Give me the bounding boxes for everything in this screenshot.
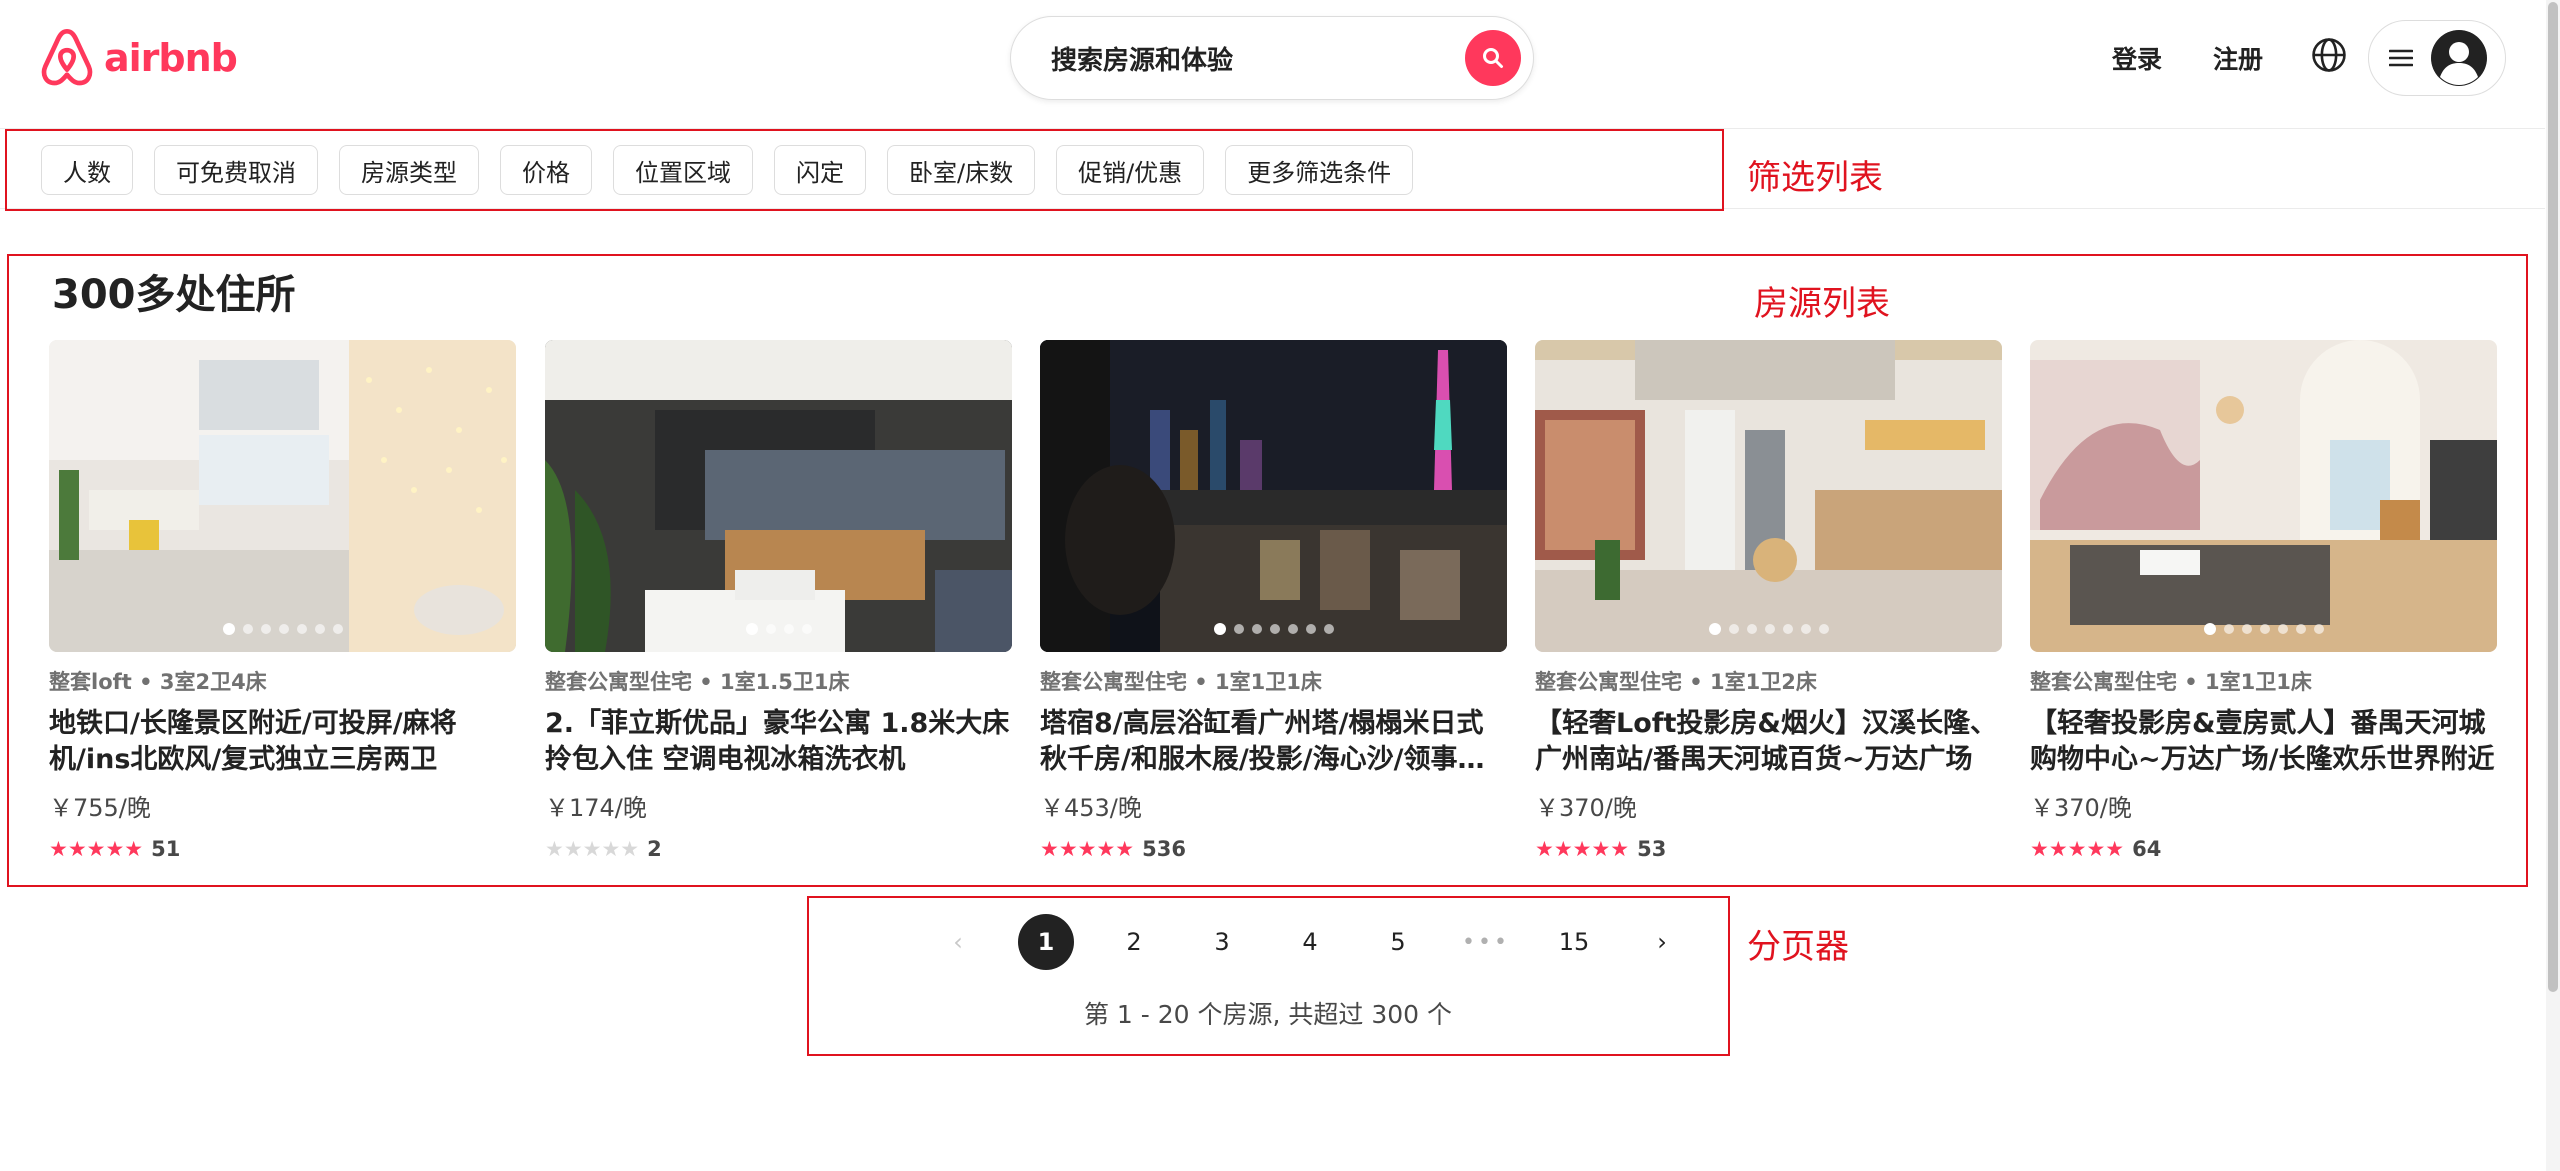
listing-price: ￥174/晚 [545,794,647,822]
listing-title[interactable]: 【轻奢Loft投影房&烟火】汉溪长隆、广州南站/番禺天河城百货~万达广场 [1535,706,2002,778]
listing-price: ￥370/晚 [1535,794,1637,822]
listing-title[interactable]: 2.「菲立斯优品」豪华公寓 1.8米大床 拎包入住 空调电视冰箱洗衣机 [545,706,1012,778]
listing-card[interactable]: 整套公寓型住宅 • 1室1卫1床 塔宿8/高层浴缸看广州塔/榻榻米日式秋千房/和… [1040,340,1507,861]
review-count: 53 [1637,837,1667,861]
search-button[interactable] [1465,30,1521,86]
review-count: 64 [2132,837,2162,861]
review-count: 51 [151,837,181,861]
listings-title: 300多处住所 [52,272,296,318]
listing-rating: ★★★★★ 64 [2030,837,2497,861]
listing-card[interactable]: 整套公寓型住宅 • 1室1卫2床 【轻奢Loft投影房&烟火】汉溪长隆、广州南站… [1535,340,2002,861]
search-bar[interactable]: 搜索房源和体验 [1010,16,1534,100]
pagination: ‹ 1 2 3 4 5 ••• 15 › [930,914,1722,970]
user-menu-button[interactable] [2368,20,2506,96]
listing-subtitle: 整套loft • 3室2卫4床 [49,670,267,694]
search-placeholder: 搜索房源和体验 [1051,45,1234,76]
brand-name: airbnb [104,36,238,80]
photo-carousel-dots[interactable] [1535,623,2002,635]
prev-page-button[interactable]: ‹ [930,914,986,970]
scrollbar-thumb[interactable] [2548,2,2558,992]
page-button-5[interactable]: 5 [1370,914,1426,970]
listing-price: ￥755/晚 [49,794,151,822]
listing-photo[interactable] [1040,340,1507,652]
star-rating-icon: ★★★★★ [1040,837,1135,861]
listing-rating: ★★★★★ 536 [1040,837,1507,861]
page-button-3[interactable]: 3 [1194,914,1250,970]
star-rating-icon: ★★★★★ [1535,837,1630,861]
star-rating-icon: ★★★★★ [2030,837,2125,861]
listing-rating: ★★★★★ 51 [49,837,516,861]
listing-photo[interactable] [545,340,1012,652]
next-page-button[interactable]: › [1634,914,1690,970]
listing-price: ￥453/晚 [1040,794,1142,822]
listing-title[interactable]: 塔宿8/高层浴缸看广州塔/榻榻米日式秋千房/和服木屐/投影/海心沙/领事馆/珠江… [1040,706,1507,778]
search-icon [1483,48,1503,68]
globe-icon[interactable] [2310,36,2348,74]
photo-carousel-dots[interactable] [2030,623,2497,635]
page-button-last[interactable]: 15 [1546,914,1602,970]
avatar-icon [2431,30,2487,86]
listing-title[interactable]: 地铁口/长隆景区附近/可投屏/麻将机/ins北欧风/复式独立三房两卫 [49,706,516,778]
listing-subtitle: 整套公寓型住宅 • 1室1卫1床 [1040,670,1322,694]
page-button-4[interactable]: 4 [1282,914,1338,970]
listing-subtitle: 整套公寓型住宅 • 1室1卫1床 [2030,670,2312,694]
review-count: 536 [1142,837,1186,861]
airbnb-logo[interactable]: airbnb [40,28,238,88]
star-rating-icon: ★★★★★ [49,837,144,861]
star-rating-icon: ★★★★★ [545,837,640,861]
listing-title[interactable]: 【轻奢投影房&壹房贰人】番禺天河城购物中心~万达广场/长隆欢乐世界附近 [2030,706,2497,778]
photo-carousel-dots[interactable] [49,623,516,635]
listings-annotation-label: 房源列表 [1754,284,1890,324]
page-button-1[interactable]: 1 [1018,914,1074,970]
photo-carousel-dots[interactable] [545,623,1012,635]
register-link[interactable]: 注册 [2213,40,2263,76]
login-link[interactable]: 登录 [2112,40,2162,76]
pagination-summary: 第 1 - 20 个房源, 共超过 300 个 [1083,1000,1453,1029]
listing-rating: ★★★★★ 53 [1535,837,2002,861]
listing-photo[interactable] [2030,340,2497,652]
listing-card[interactable]: 整套公寓型住宅 • 1室1.5卫1床 2.「菲立斯优品」豪华公寓 1.8米大床 … [545,340,1012,861]
airbnb-logo-icon [41,29,93,86]
pager-annotation-label: 分页器 [1747,927,1849,967]
listing-rating: ★★★★★ 2 [545,837,1012,861]
listing-card[interactable]: 整套loft • 3室2卫4床 地铁口/长隆景区附近/可投屏/麻将机/ins北欧… [49,340,516,861]
menu-icon [2389,49,2413,67]
listing-photo[interactable] [1535,340,2002,652]
photo-carousel-dots[interactable] [1040,623,1507,635]
listing-subtitle: 整套公寓型住宅 • 1室1卫2床 [1535,670,1817,694]
listing-subtitle: 整套公寓型住宅 • 1室1.5卫1床 [545,670,850,694]
listing-photo[interactable] [49,340,516,652]
pagination-ellipsis: ••• [1462,929,1510,955]
listing-price: ￥370/晚 [2030,794,2132,822]
filter-annotation-label: 筛选列表 [1747,158,1883,198]
review-count: 2 [647,837,662,861]
page-button-2[interactable]: 2 [1106,914,1162,970]
listing-card[interactable]: 整套公寓型住宅 • 1室1卫1床 【轻奢投影房&壹房贰人】番禺天河城购物中心~万… [2030,340,2497,861]
filter-annotation-box [5,129,1724,211]
